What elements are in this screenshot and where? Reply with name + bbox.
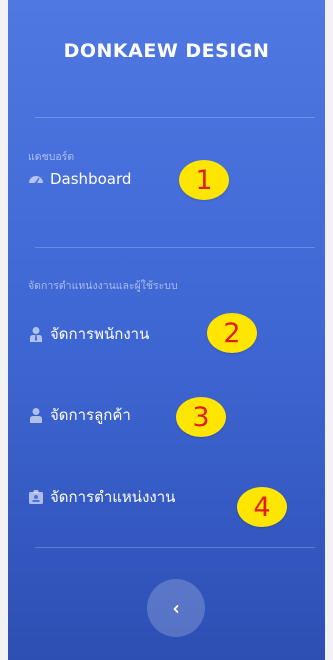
annotation-badge-2: 2 — [207, 313, 257, 353]
sidebar-divider — [35, 247, 315, 248]
sidebar: DONKAEW DESIGN แดชบอร์ด Dashboard จัดการ… — [8, 0, 325, 660]
sidebar-toggle-button[interactable] — [147, 579, 205, 637]
section-heading-management: จัดการตำแหน่งงานและผู้ใช้ระบบ — [28, 280, 178, 292]
sidebar-brand[interactable]: DONKAEW DESIGN — [8, 40, 325, 62]
nav-item-customers[interactable]: จัดการลูกค้า — [28, 403, 131, 427]
sidebar-divider — [35, 117, 315, 118]
user-tie-icon — [28, 326, 44, 342]
user-icon — [28, 407, 44, 423]
chevron-left-icon — [171, 599, 181, 618]
nav-item-employees[interactable]: จัดการพนักงาน — [28, 322, 149, 346]
id-badge-icon — [28, 489, 44, 505]
tachometer-icon — [28, 171, 44, 187]
nav-item-positions[interactable]: จัดการตำแหน่งงาน — [28, 485, 175, 509]
nav-item-employees-label: จัดการพนักงาน — [50, 325, 150, 343]
nav-item-positions-label: จัดการตำแหน่งงาน — [50, 488, 176, 506]
nav-item-customers-label: จัดการลูกค้า — [50, 406, 131, 424]
annotation-badge-4: 4 — [237, 487, 287, 527]
annotation-badge-3: 3 — [176, 397, 226, 437]
section-heading-dashboard: แดชบอร์ด — [28, 151, 75, 163]
nav-item-dashboard-label: Dashboard — [50, 170, 132, 188]
annotation-badge-1: 1 — [179, 160, 229, 200]
sidebar-divider — [35, 547, 315, 548]
nav-item-dashboard[interactable]: Dashboard — [28, 170, 131, 188]
